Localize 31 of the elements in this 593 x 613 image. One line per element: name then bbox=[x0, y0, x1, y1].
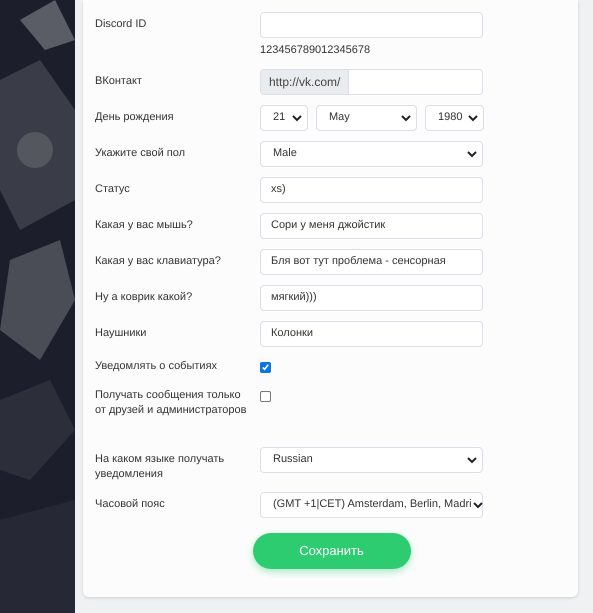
text-field[interactable]: Сори у меня джойстик bbox=[260, 212, 483, 238]
field-label: На каком языке получать уведомления bbox=[95, 452, 226, 482]
url-field[interactable]: http://vk.com/ bbox=[260, 68, 483, 94]
field-label: ВКонтакт bbox=[95, 74, 143, 88]
checkbox[interactable] bbox=[260, 390, 271, 402]
text-field[interactable]: xs) bbox=[260, 176, 483, 202]
dropdown[interactable]: 1980 bbox=[425, 104, 484, 130]
field-label: Укажите свой пол bbox=[95, 146, 186, 160]
field-label: День рождения bbox=[95, 110, 175, 124]
field-label: Какая у вас мышь? bbox=[95, 218, 194, 232]
dropdown[interactable]: (GMT +1|CET) Amsterdam, Berlin, Madri bbox=[260, 492, 483, 518]
text-field[interactable]: Бля вот тут проблема - сенсорная bbox=[260, 248, 483, 274]
dropdown[interactable]: May bbox=[316, 104, 417, 130]
field-label: Часовой пояс bbox=[95, 496, 166, 512]
field-label: Ну а коврик какой? bbox=[95, 290, 194, 304]
field-label: Discord ID bbox=[95, 17, 148, 32]
dropdown[interactable]: 21 bbox=[260, 104, 308, 130]
field-hint: 123456789012345678 bbox=[260, 43, 372, 58]
field-label: Уведомлять о событиях bbox=[95, 358, 218, 374]
checkbox[interactable] bbox=[260, 362, 271, 372]
field-label: Наушники bbox=[95, 326, 148, 340]
dropdown[interactable]: Male bbox=[260, 140, 483, 166]
dropdown[interactable]: Russian bbox=[260, 446, 483, 472]
field-label: Статус bbox=[95, 182, 131, 196]
field-label: Получать сообщения только от друзей и администраторов bbox=[95, 388, 248, 418]
field-label: Какая у вас клавиатура? bbox=[95, 254, 222, 268]
url-prefix: http://vk.com/ bbox=[261, 70, 350, 94]
text-field[interactable] bbox=[260, 12, 483, 38]
text-field[interactable]: мягкий))) bbox=[260, 284, 483, 310]
checkmark-icon bbox=[261, 362, 270, 372]
text-field[interactable]: Колонки bbox=[260, 320, 483, 346]
